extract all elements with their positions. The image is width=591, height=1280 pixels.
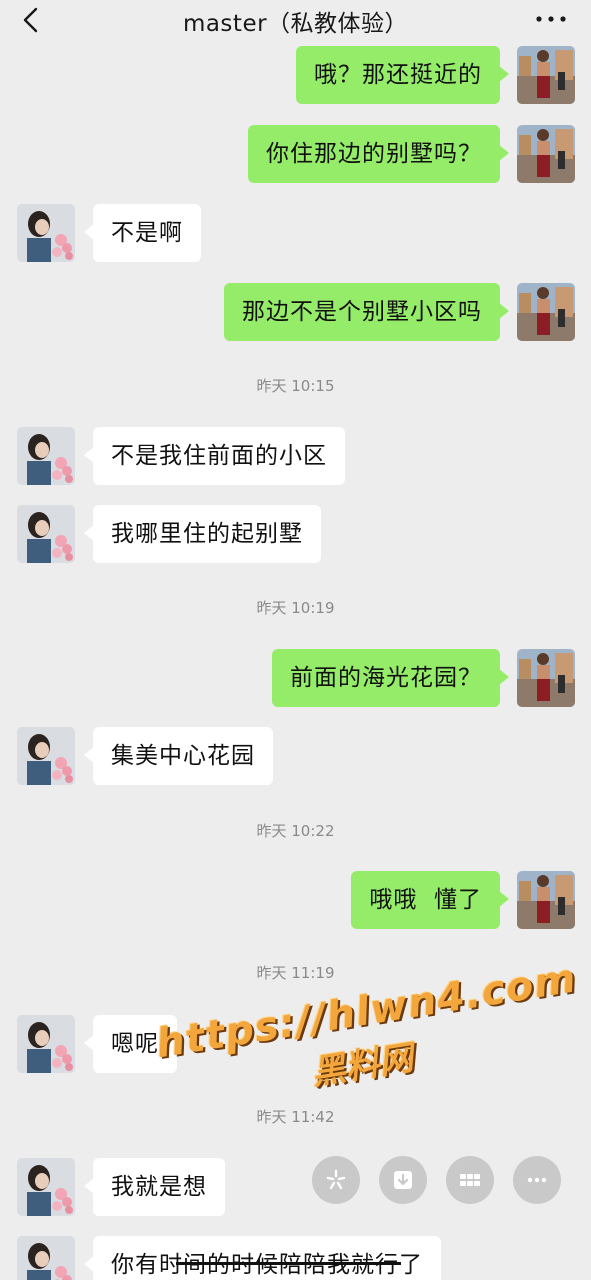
download-icon <box>394 1171 412 1189</box>
sparkle-icon <box>326 1169 346 1190</box>
received-message-bubble[interactable]: 不是啊 <box>84 204 201 262</box>
contact-avatar[interactable] <box>17 1158 75 1216</box>
timestamp: 昨天 10:22 <box>256 822 335 840</box>
contact-avatar[interactable] <box>17 427 75 485</box>
chat-title: master（私教体验） <box>182 11 409 37</box>
contact-avatar[interactable] <box>17 727 75 785</box>
timestamp: 昨天 10:19 <box>256 599 335 617</box>
watermark: https://hlwn4.com 黑料网 <box>153 955 580 1117</box>
contact-avatar[interactable] <box>17 505 75 563</box>
sent-message-bubble[interactable]: 你住那边的别墅吗？ <box>248 125 509 183</box>
received-message-bubble[interactable]: 嗯呢 <box>84 1015 177 1073</box>
user-avatar[interactable] <box>517 46 575 104</box>
received-message-bubble[interactable]: 我就是想 <box>84 1158 225 1216</box>
sent-message-bubble[interactable]: 前面的海光花园？ <box>272 649 509 707</box>
timestamp: 昨天 11:42 <box>256 1108 335 1126</box>
grid-icon <box>460 1174 480 1186</box>
contact-avatar[interactable] <box>17 1236 75 1280</box>
received-message-bubble[interactable]: 你有时间的时候陪陪我就行了 <box>84 1236 441 1280</box>
ellipsis-icon[interactable] <box>533 8 569 30</box>
more-dots-button[interactable] <box>513 1156 561 1204</box>
grid-button[interactable] <box>446 1156 494 1204</box>
contact-avatar[interactable] <box>17 1015 75 1073</box>
user-avatar[interactable] <box>517 871 575 929</box>
sent-message-bubble[interactable]: 那边不是个别墅小区吗 <box>224 283 509 341</box>
timestamp: 昨天 10:15 <box>256 377 335 395</box>
sent-message-bubble[interactable]: 哦？那还挺近的 <box>296 46 509 104</box>
received-message-bubble[interactable]: 我哪里住的起别墅 <box>84 505 321 563</box>
chat-header: master（私教体验） <box>0 0 591 40</box>
user-avatar[interactable] <box>517 649 575 707</box>
watermark-site-name: 黑料网 <box>308 1037 416 1094</box>
sparkle-button[interactable] <box>312 1156 360 1204</box>
timestamp: 昨天 11:19 <box>256 964 335 982</box>
received-message-bubble[interactable]: 集美中心花园 <box>84 727 273 785</box>
more-dots-icon <box>527 1177 547 1183</box>
download-button[interactable] <box>379 1156 427 1204</box>
received-message-bubble[interactable]: 不是我住前面的小区 <box>84 427 345 485</box>
user-avatar[interactable] <box>517 125 575 183</box>
sent-message-bubble[interactable]: 哦哦 懂了 <box>351 871 509 929</box>
user-avatar[interactable] <box>517 283 575 341</box>
contact-avatar[interactable] <box>17 204 75 262</box>
strikethrough-mark <box>176 1262 401 1265</box>
